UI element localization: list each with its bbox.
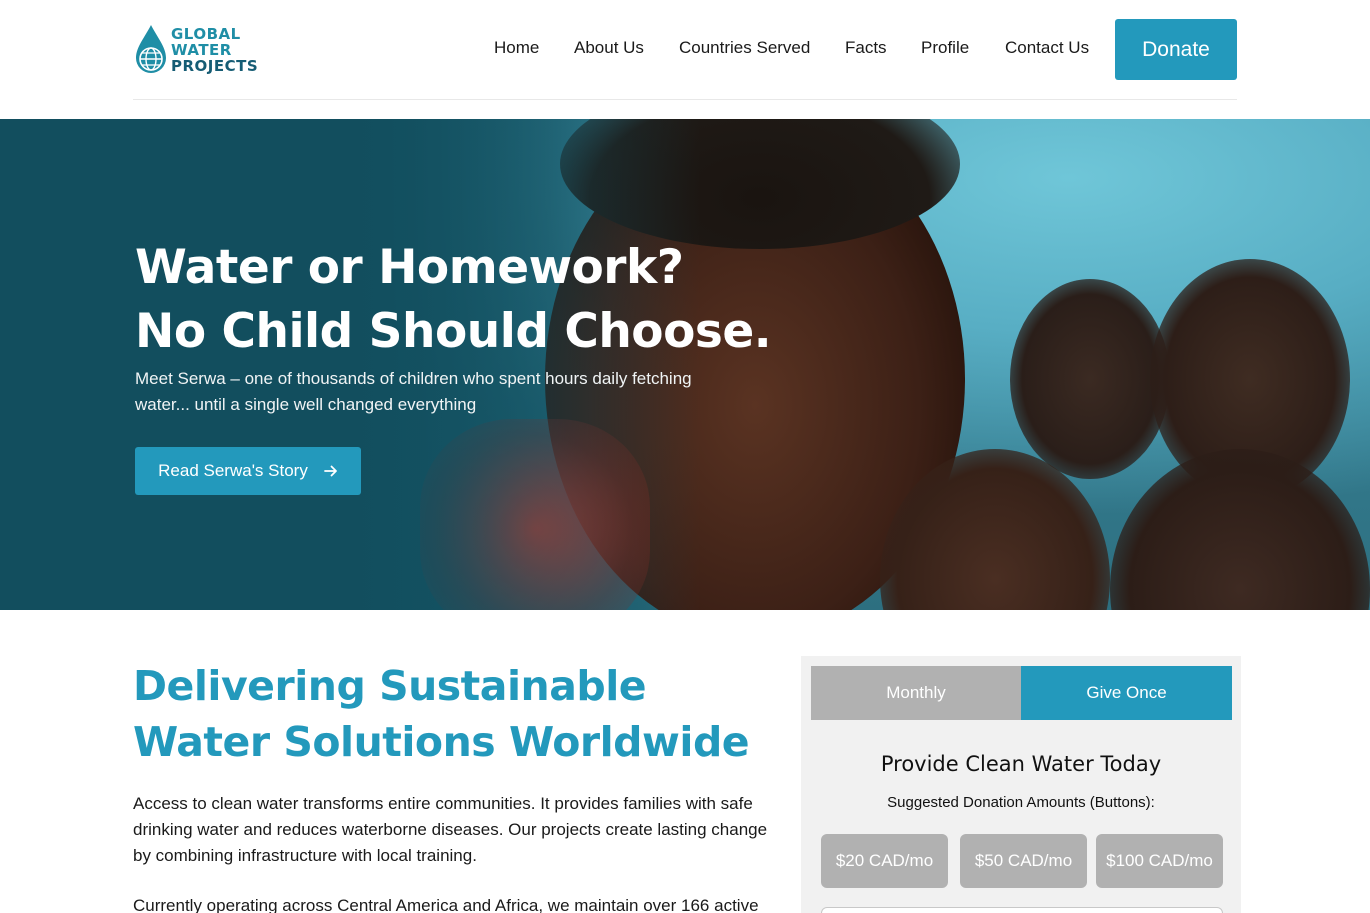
- amount-button-50[interactable]: $50 CAD/mo: [960, 834, 1087, 888]
- tab-give-once[interactable]: Give Once: [1021, 666, 1232, 720]
- nav-profile[interactable]: Profile: [921, 38, 969, 58]
- logo-line: PROJECTS: [171, 57, 259, 75]
- logo[interactable]: GLOBAL WATER PROJECTS: [133, 22, 263, 78]
- hero-title-line: Water or Homework?: [135, 240, 684, 295]
- header-bar: GLOBAL WATER PROJECTS Home About Us Coun…: [133, 0, 1237, 100]
- nav-about-us[interactable]: About Us: [574, 38, 644, 58]
- nav-facts[interactable]: Facts: [845, 38, 887, 58]
- hero-overlay: [0, 119, 700, 610]
- site-header: GLOBAL WATER PROJECTS Home About Us Coun…: [0, 0, 1370, 119]
- donate-button[interactable]: Donate: [1115, 19, 1237, 80]
- nav-countries-served[interactable]: Countries Served: [679, 38, 810, 58]
- hero-photo-child: [1010, 279, 1170, 479]
- operations-paragraph: Currently operating across Central Ameri…: [133, 896, 759, 913]
- hero-banner: [0, 119, 1370, 610]
- arrow-right-icon: [323, 465, 337, 477]
- logo-line: WATER: [171, 41, 232, 59]
- hero-title: Water or Homework? No Child Should Choos…: [135, 236, 835, 364]
- read-story-button[interactable]: Read Serwa's Story: [135, 447, 361, 495]
- read-story-label: Read Serwa's Story: [158, 461, 308, 480]
- hero-subtitle: Meet Serwa – one of thousands of childre…: [135, 369, 692, 414]
- amount-button-20[interactable]: $20 CAD/mo: [821, 834, 948, 888]
- nav-contact-us[interactable]: Contact Us: [1005, 38, 1089, 58]
- logo-wordmark: GLOBAL WATER PROJECTS: [171, 26, 258, 74]
- logo-line: GLOBAL: [171, 25, 241, 43]
- intro-paragraph: Access to clean water transforms entire …: [133, 794, 768, 865]
- donation-title: Provide Clean Water Today: [880, 752, 1162, 776]
- hero-title-line: No Child Should Choose.: [135, 304, 772, 359]
- section-title: Delivering Sustainable Water Solutions W…: [133, 662, 750, 766]
- donation-subtitle: Suggested Donation Amounts (Buttons):: [887, 794, 1155, 811]
- tab-monthly[interactable]: Monthly: [811, 666, 1021, 720]
- amount-button-100[interactable]: $100 CAD/mo: [1096, 834, 1223, 888]
- custom-amount-input[interactable]: [821, 907, 1223, 913]
- nav-home[interactable]: Home: [494, 38, 539, 58]
- water-drop-globe-icon: [136, 25, 166, 73]
- hero-photo-child: [1110, 449, 1370, 610]
- donation-widget: Monthly Give Once Provide Clean Water To…: [801, 656, 1241, 913]
